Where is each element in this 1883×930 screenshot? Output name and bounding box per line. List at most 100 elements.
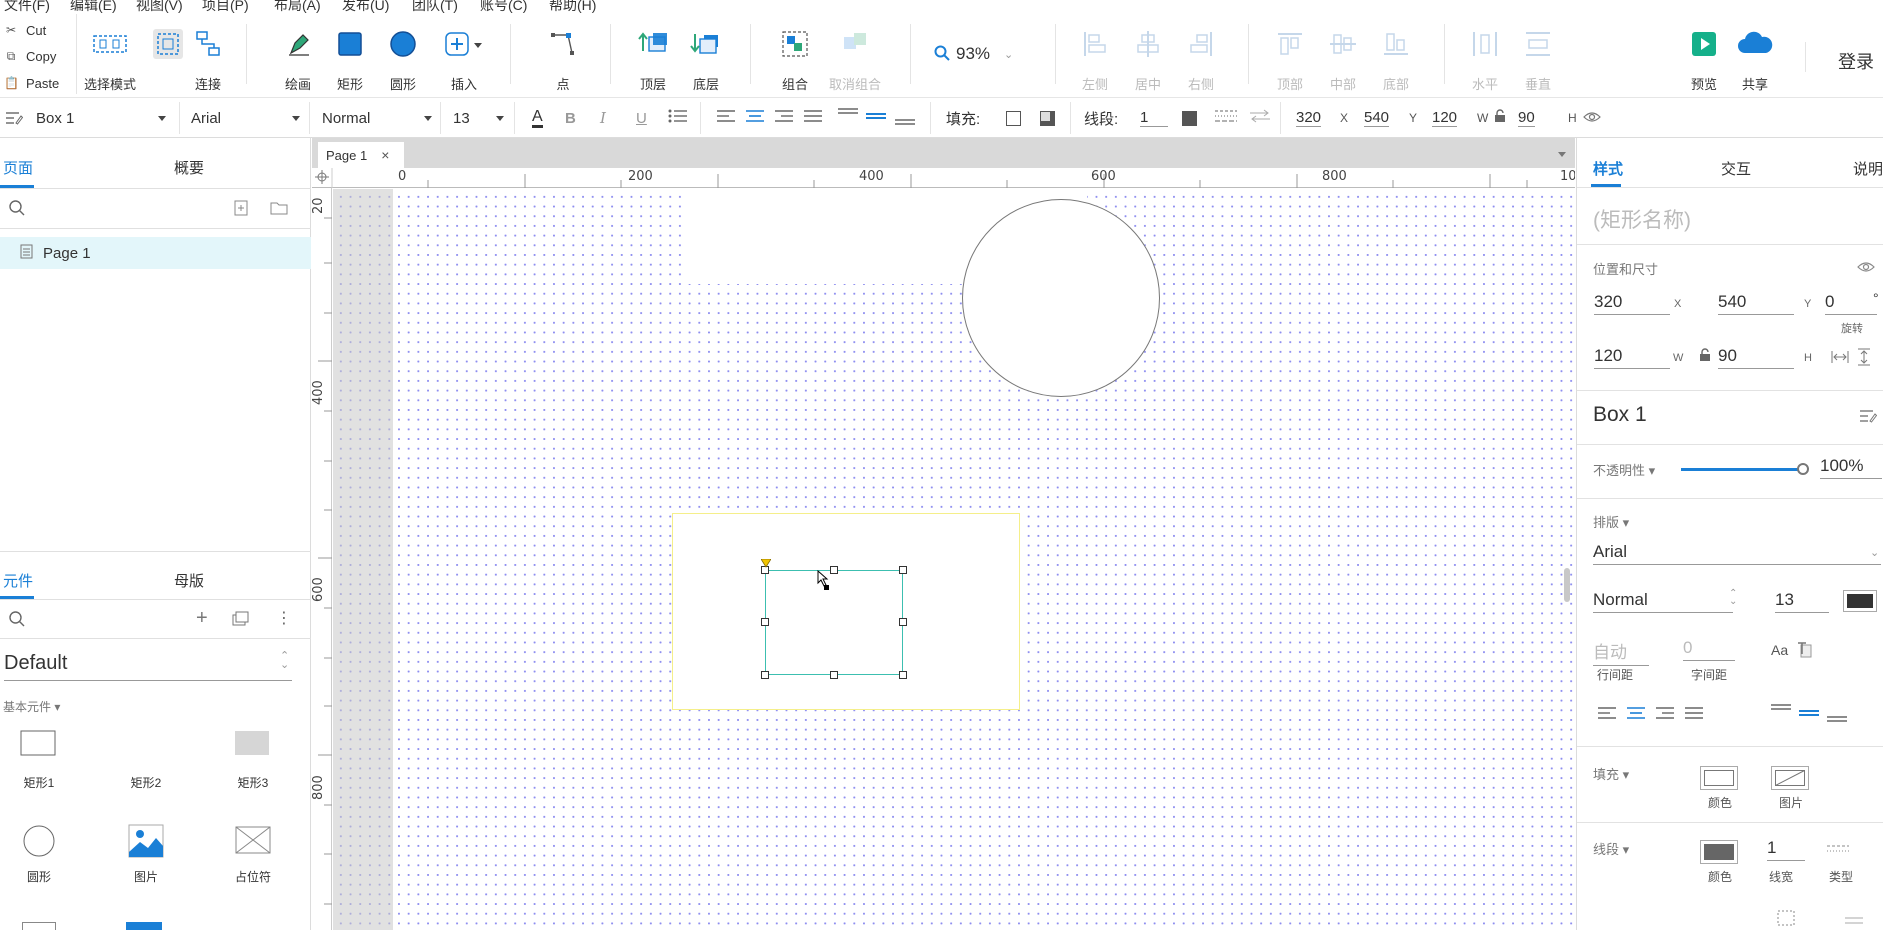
basic-widgets-section[interactable]: 基本元件 ▾ [3, 698, 60, 715]
valign-bottom-button[interactable] [1827, 703, 1847, 726]
stroke-width-input[interactable]: 1 [1767, 838, 1805, 861]
x-field[interactable]: 320 [1296, 98, 1336, 138]
close-tab-icon[interactable]: × [381, 147, 389, 163]
corner-radius-handle-icon[interactable] [760, 556, 772, 571]
resize-handle-n[interactable] [830, 566, 838, 574]
bold-button[interactable]: B [565, 98, 576, 138]
text-justify-button[interactable] [804, 98, 822, 138]
tab-masters[interactable]: 母版 [174, 570, 204, 591]
typography-label[interactable]: 排版 ▾ [1593, 512, 1629, 531]
opacity-slider-track[interactable] [1681, 468, 1803, 471]
fit-height-icon[interactable] [1857, 348, 1871, 369]
menu-file[interactable]: 文件(F) [4, 0, 50, 15]
resize-handle-se[interactable] [899, 671, 907, 679]
opacity-slider-thumb[interactable] [1797, 463, 1809, 475]
shape-name-input[interactable]: (矩形名称) [1593, 204, 1691, 234]
edit-style-icon[interactable] [1859, 408, 1878, 427]
height-input[interactable]: 90 [1718, 346, 1794, 369]
opacity-input[interactable]: 100% [1820, 456, 1882, 479]
text-style-button[interactable] [1797, 642, 1813, 661]
resize-handle-e[interactable] [899, 618, 907, 626]
stroke-color-button[interactable] [1182, 98, 1197, 138]
menu-account[interactable]: 账号(C) [480, 0, 527, 15]
resize-handle-sw[interactable] [761, 671, 769, 679]
font-style-select[interactable]: Normal [1593, 590, 1733, 613]
fill-image-button[interactable] [1771, 766, 1809, 790]
italic-button[interactable]: I [600, 98, 606, 138]
shadow-button[interactable] [1040, 98, 1055, 138]
ruler-origin-icon[interactable] [315, 170, 329, 187]
valign-middle-button[interactable] [1799, 703, 1819, 726]
page-search-icon[interactable] [8, 199, 26, 220]
font-style-select[interactable]: Normal [322, 98, 434, 138]
text-case-button[interactable]: Aa [1771, 642, 1788, 658]
resize-handle-s[interactable] [830, 671, 838, 679]
widget-rect1[interactable]: 矩形1 [14, 730, 64, 800]
font-family-select[interactable]: Arial [1593, 542, 1881, 565]
tab-notes[interactable]: 说明 [1853, 158, 1883, 179]
width-field[interactable]: 120 [1432, 98, 1472, 138]
paste-button[interactable]: 📋 Paste [0, 70, 74, 96]
widget-image[interactable]: 图片 [121, 824, 171, 894]
text-align-right-button[interactable] [1656, 706, 1674, 723]
tab-interaction[interactable]: 交互 [1721, 158, 1751, 179]
rotation-input[interactable]: 0 [1825, 292, 1877, 315]
zoom-control[interactable]: 93% ⌄ [934, 42, 1026, 66]
circle-shape[interactable] [962, 199, 1160, 397]
widget-primary-button-partial[interactable] [126, 922, 162, 930]
height-field[interactable]: 90 [1518, 98, 1558, 138]
menu-layout[interactable]: 布局(A) [274, 0, 321, 15]
canvas-vertical-scrollbar[interactable] [1564, 568, 1570, 602]
align-bottom-button[interactable]: 底部 [1366, 22, 1426, 96]
tab-style[interactable]: 样式 [1593, 158, 1623, 179]
visibility-toggle[interactable] [1583, 98, 1601, 138]
widget-rect2[interactable]: 矩形2 [121, 730, 171, 800]
box-1-selected[interactable] [765, 570, 903, 675]
width-input[interactable]: 120 [1594, 346, 1670, 369]
valign-middle-button[interactable] [866, 98, 886, 138]
x-input[interactable]: 320 [1594, 292, 1670, 315]
fill-color-button[interactable] [1006, 98, 1021, 138]
stroke-color-button[interactable] [1700, 840, 1738, 864]
valign-top-button[interactable] [1771, 703, 1791, 726]
stroke-pattern-icon[interactable] [1827, 844, 1849, 861]
widget-placeholder[interactable]: 占位符 [228, 824, 278, 894]
tab-widgets[interactable]: 元件 [3, 570, 33, 591]
aspect-lock-icon[interactable] [1699, 348, 1711, 365]
font-size-input[interactable]: 13 [1775, 590, 1829, 613]
library-menu-icon[interactable] [232, 611, 250, 630]
text-align-left-button[interactable] [717, 98, 735, 138]
valign-bottom-button[interactable] [895, 98, 915, 138]
stroke-width-field[interactable]: 1 [1140, 98, 1168, 138]
menu-publish[interactable]: 发布(U) [342, 0, 389, 15]
aspect-lock-button[interactable] [1494, 98, 1506, 138]
menu-team[interactable]: 团队(T) [412, 0, 458, 15]
widget-rect3[interactable]: 矩形3 [228, 730, 278, 800]
tab-page1[interactable]: Page 1 × [318, 142, 404, 168]
text-align-center-button[interactable] [1627, 706, 1645, 723]
fit-width-icon[interactable] [1831, 350, 1849, 367]
char-spacing-input[interactable]: 0 [1683, 638, 1735, 661]
share-button[interactable]: 共享 [1725, 22, 1785, 96]
tab-pages[interactable]: 页面 [3, 157, 33, 178]
menu-view[interactable]: 视图(V) [136, 0, 183, 15]
add-folder-icon[interactable] [270, 200, 288, 219]
page-item-page1[interactable]: Page 1 [0, 237, 311, 269]
y-input[interactable]: 540 [1718, 292, 1794, 315]
text-align-center-button[interactable] [746, 98, 764, 138]
add-page-icon[interactable] [233, 200, 249, 219]
text-align-left-button[interactable] [1598, 706, 1616, 723]
font-color-button[interactable] [1843, 590, 1877, 612]
resize-handle-ne[interactable] [899, 566, 907, 574]
y-field[interactable]: 540 [1364, 98, 1404, 138]
resize-handle-w[interactable] [761, 618, 769, 626]
point-button[interactable]: 点 [533, 22, 593, 96]
dashed-rect-icon[interactable] [1777, 910, 1795, 929]
bullet-list-button[interactable] [668, 98, 688, 138]
menu-help[interactable]: 帮助(H) [549, 0, 596, 15]
font-color-button[interactable]: A [532, 98, 543, 138]
distribute-vertical-button[interactable]: 垂直 [1508, 22, 1568, 96]
select-mode-button[interactable]: 选择模式 [80, 22, 140, 96]
stroke-section-label[interactable]: 线段 ▾ [1593, 839, 1629, 858]
connect-button[interactable]: 连接 [178, 22, 238, 96]
